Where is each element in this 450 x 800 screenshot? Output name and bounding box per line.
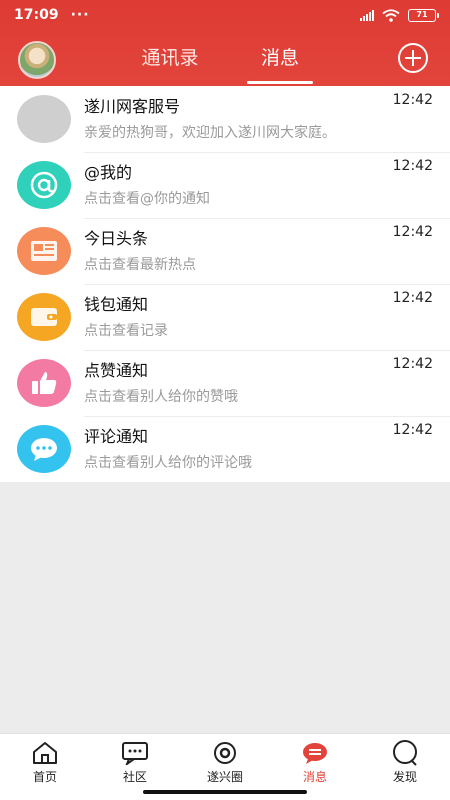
status-bar: 17:09 ··· 71 bbox=[0, 0, 450, 30]
nav-label: 遂兴圈 bbox=[206, 770, 243, 784]
message-time: 12:42 bbox=[392, 422, 433, 438]
header-tabs: 通讯录 消息 bbox=[0, 40, 450, 86]
comment-icon bbox=[17, 425, 71, 473]
community-icon bbox=[121, 740, 149, 766]
circle-icon bbox=[211, 740, 239, 766]
message-time: 12:42 bbox=[392, 92, 433, 108]
message-subtitle: 点击查看@你的通知 bbox=[84, 191, 210, 207]
message-row-mentions[interactable]: @我的 点击查看@你的通知 12:42 bbox=[0, 152, 450, 218]
message-title: 遂川网客服号 bbox=[84, 97, 181, 116]
message-time: 12:42 bbox=[392, 158, 433, 174]
newspaper-icon bbox=[17, 227, 71, 275]
message-row-likes[interactable]: 点赞通知 点击查看别人给你的赞哦 12:42 bbox=[0, 350, 450, 416]
message-row-wallet[interactable]: 钱包通知 点击查看记录 12:42 bbox=[0, 284, 450, 350]
message-title: 今日头条 bbox=[84, 229, 149, 248]
message-time: 12:42 bbox=[392, 290, 433, 306]
message-subtitle: 点击查看别人给你的评论哦 bbox=[84, 455, 252, 471]
message-title: 点赞通知 bbox=[84, 361, 149, 380]
message-row-comments[interactable]: 评论通知 点击查看别人给你的评论哦 12:42 bbox=[0, 416, 450, 482]
message-list: 遂川网客服号 亲爱的热狗哥，欢迎加入遂川网大家庭。 12:42 @我的 点击查看… bbox=[0, 86, 450, 482]
avatar-placeholder-icon bbox=[17, 95, 71, 143]
tab-messages[interactable]: 消息 bbox=[225, 40, 335, 86]
nav-discover[interactable]: 发现 bbox=[360, 734, 450, 800]
at-icon bbox=[17, 161, 71, 209]
message-time: 12:42 bbox=[392, 224, 433, 240]
message-row-service[interactable]: 遂川网客服号 亲爱的热狗哥，欢迎加入遂川网大家庭。 12:42 bbox=[0, 86, 450, 152]
status-time: 17:09 bbox=[14, 7, 59, 23]
message-title: 评论通知 bbox=[84, 427, 149, 446]
message-time: 12:42 bbox=[392, 356, 433, 372]
nav-label: 首页 bbox=[32, 770, 57, 784]
nav-label: 社区 bbox=[122, 770, 147, 784]
home-icon bbox=[31, 740, 59, 766]
app-header: 17:09 ··· 71 通讯录 消息 bbox=[0, 0, 450, 86]
message-subtitle: 点击查看记录 bbox=[84, 323, 168, 339]
status-icons: 71 bbox=[360, 8, 439, 22]
message-subtitle: 亲爱的热狗哥，欢迎加入遂川网大家庭。 bbox=[84, 125, 336, 141]
nav-label: 发现 bbox=[392, 770, 417, 784]
message-subtitle: 点击查看最新热点 bbox=[84, 257, 196, 273]
thumbs-up-icon bbox=[17, 359, 71, 407]
status-dots: ··· bbox=[70, 7, 90, 23]
message-row-headlines[interactable]: 今日头条 点击查看最新热点 12:42 bbox=[0, 218, 450, 284]
tab-contacts[interactable]: 通讯录 bbox=[115, 40, 225, 86]
home-indicator bbox=[143, 790, 307, 794]
signal-icon bbox=[360, 9, 374, 21]
message-icon bbox=[301, 740, 329, 766]
message-title: 钱包通知 bbox=[84, 295, 149, 314]
nav-label: 消息 bbox=[302, 770, 327, 784]
wallet-icon bbox=[17, 293, 71, 341]
message-title: @我的 bbox=[84, 163, 133, 182]
discover-icon bbox=[391, 740, 419, 766]
wifi-icon bbox=[382, 8, 400, 22]
nav-home[interactable]: 首页 bbox=[0, 734, 90, 800]
add-button[interactable] bbox=[398, 43, 428, 73]
battery-icon: 71 bbox=[408, 8, 439, 22]
message-subtitle: 点击查看别人给你的赞哦 bbox=[84, 389, 238, 405]
